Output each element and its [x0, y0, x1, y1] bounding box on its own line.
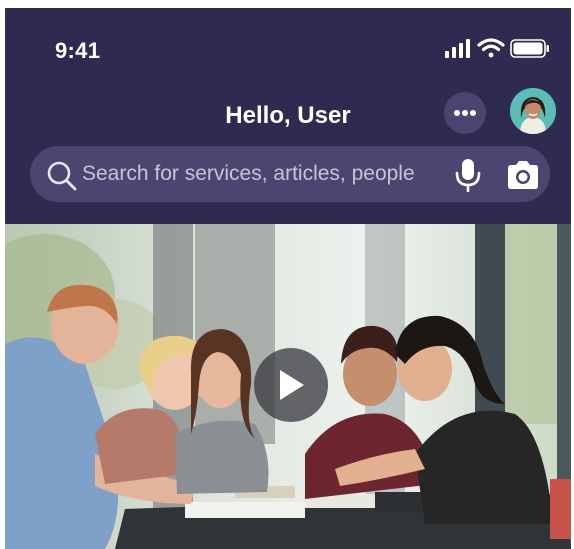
camera-icon[interactable] [505, 160, 541, 190]
header: 9:41 Hello, User Search for services, ar… [5, 8, 571, 224]
battery-icon [510, 39, 549, 58]
search-bar[interactable] [30, 146, 550, 202]
greeting-title: Hello, User [225, 102, 351, 129]
app-screen: 9:41 Hello, User Search for services, ar… [0, 0, 574, 549]
user-avatar[interactable] [510, 88, 556, 134]
search-icon[interactable] [46, 160, 78, 192]
status-icons [443, 34, 553, 62]
status-time: 9:41 [55, 38, 101, 63]
avatar-photo [510, 88, 556, 134]
play-button[interactable] [254, 348, 328, 422]
search-input[interactable] [80, 155, 452, 193]
microphone-icon[interactable] [454, 158, 482, 192]
cellular-signal-icon [445, 39, 470, 58]
video-player[interactable] [5, 224, 571, 549]
wifi-icon [477, 38, 505, 58]
play-icon [280, 370, 304, 400]
more-horizontal-icon [454, 110, 476, 116]
more-options-button[interactable] [444, 92, 486, 134]
